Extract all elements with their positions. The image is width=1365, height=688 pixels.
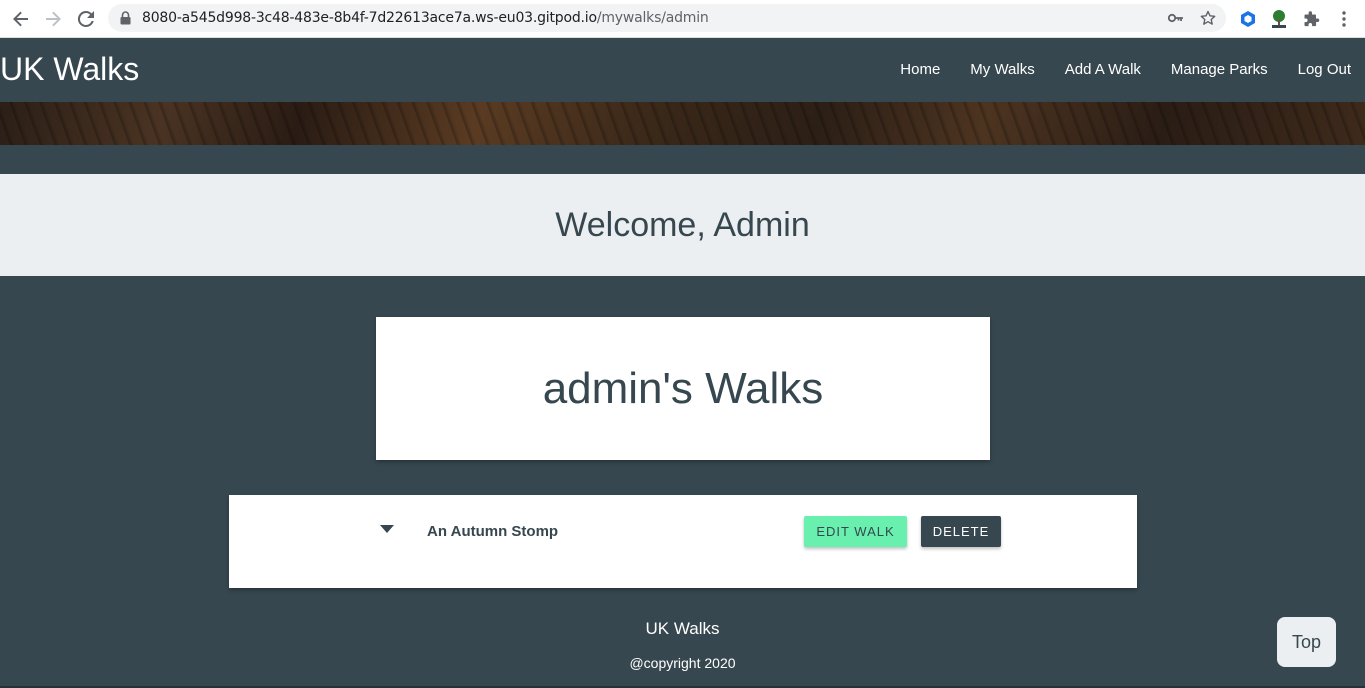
puzzle-icon bbox=[1304, 11, 1320, 27]
walk-collapsible-header[interactable]: An Autumn Stomp Edit Walk Delete bbox=[229, 495, 1137, 567]
reload-icon bbox=[77, 10, 94, 27]
footer-copyright: @copyright 2020 bbox=[629, 655, 736, 671]
back-button[interactable] bbox=[9, 7, 33, 31]
url-host: 8080-a545d998-3c48-483e-8b4f-7d22613ace7… bbox=[142, 10, 597, 26]
welcome-heading: Welcome, Admin bbox=[555, 205, 810, 244]
extensions-button[interactable] bbox=[1301, 8, 1323, 30]
browser-toolbar: 8080-a545d998-3c48-483e-8b4f-7d22613ace7… bbox=[0, 0, 1365, 38]
forward-arrow-icon bbox=[46, 11, 61, 27]
star-icon bbox=[1200, 10, 1216, 25]
url-path: /mywalks/admin bbox=[596, 10, 709, 26]
brand-logo-link[interactable]: UK Walks bbox=[0, 50, 139, 88]
walk-collapsible-list: An Autumn Stomp Edit Walk Delete bbox=[229, 495, 1137, 588]
kebab-menu-icon bbox=[1342, 11, 1346, 27]
key-icon bbox=[1168, 13, 1183, 23]
nav-link-add-a-walk[interactable]: Add A Walk bbox=[1050, 38, 1156, 102]
edit-walk-button[interactable]: Edit Walk bbox=[804, 516, 907, 547]
back-to-top-button[interactable]: Top bbox=[1277, 617, 1336, 667]
url-text: 8080-a545d998-3c48-483e-8b4f-7d22613ace7… bbox=[142, 10, 709, 26]
welcome-banner: Welcome, Admin bbox=[0, 174, 1365, 276]
bookmark-star-button[interactable] bbox=[1198, 8, 1218, 28]
forward-button[interactable] bbox=[41, 7, 65, 31]
nav-links: Home My Walks Add A Walk Manage Parks Lo… bbox=[885, 38, 1365, 102]
reload-button[interactable] bbox=[74, 7, 98, 31]
address-bar[interactable]: 8080-a545d998-3c48-483e-8b4f-7d22613ace7… bbox=[108, 4, 1226, 32]
extension-button-1[interactable] bbox=[1237, 8, 1259, 30]
password-key-button[interactable] bbox=[1166, 8, 1186, 28]
nav-link-my-walks[interactable]: My Walks bbox=[955, 38, 1049, 102]
back-arrow-icon bbox=[13, 11, 28, 27]
nav-link-manage-parks[interactable]: Manage Parks bbox=[1156, 38, 1283, 102]
delete-walk-button[interactable]: Delete bbox=[921, 516, 1001, 547]
footer-title: UK Walks bbox=[645, 619, 720, 638]
extension-tree-icon bbox=[1272, 10, 1286, 28]
lock-icon bbox=[120, 11, 131, 25]
caret-down-icon bbox=[380, 525, 394, 533]
extension-hex-icon bbox=[1241, 11, 1255, 27]
hero-image-strip bbox=[0, 102, 1365, 145]
site-navbar: UK Walks Home My Walks Add A Walk Manage… bbox=[0, 38, 1365, 102]
walks-title-card: admin's Walks bbox=[376, 317, 990, 460]
extension-button-2[interactable] bbox=[1268, 8, 1290, 30]
nav-link-log-out[interactable]: Log Out bbox=[1283, 38, 1365, 102]
nav-link-home[interactable]: Home bbox=[885, 38, 955, 102]
walk-name: An Autumn Stomp bbox=[427, 523, 559, 540]
walks-section-title: admin's Walks bbox=[542, 363, 824, 413]
browser-menu-button[interactable] bbox=[1333, 8, 1355, 30]
